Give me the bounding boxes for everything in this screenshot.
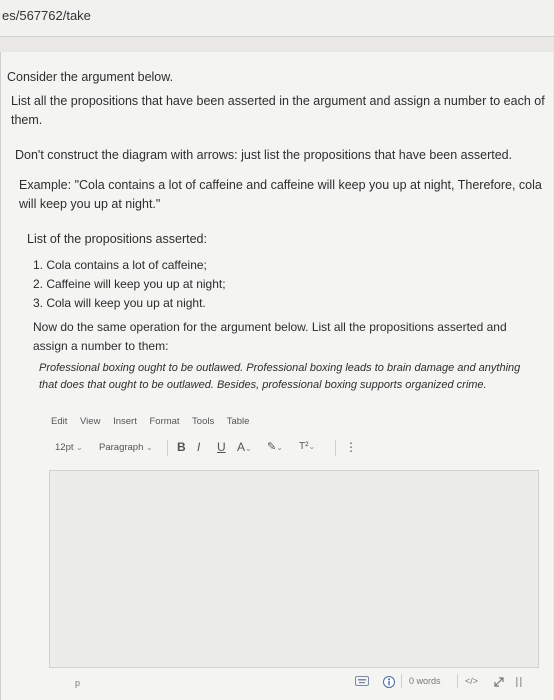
chevron-down-icon: ⌄ [276, 443, 283, 452]
list-item: 1. Cola contains a lot of caffeine; [33, 258, 207, 272]
word-count: 0 words [409, 676, 441, 686]
resize-handle-icon[interactable] [515, 676, 523, 690]
quiz-question-panel: Consider the argument below. List all th… [0, 52, 553, 700]
chevron-down-icon: ⌄ [76, 443, 83, 452]
editor-menubar: Edit View Insert Format Tools Table [51, 416, 259, 427]
more-options-icon[interactable]: ⋮ [345, 440, 357, 454]
task-text: Now do the same operation for the argume… [33, 320, 507, 353]
toolbar-divider [335, 440, 336, 456]
menu-table[interactable]: Table [227, 416, 250, 427]
question-intro: Consider the argument below. [7, 70, 174, 84]
answer-text-area[interactable] [49, 470, 539, 668]
list-item: 3. Cola will keep you up at night. [33, 296, 206, 311]
underline-button[interactable]: U [217, 440, 226, 454]
menu-format[interactable]: Format [149, 416, 179, 427]
question-note: Don't construct the diagram with arrows:… [15, 148, 513, 162]
question-instruction: List all the propositions that have been… [11, 94, 545, 128]
fullscreen-icon[interactable] [493, 676, 505, 690]
accessibility-icon[interactable] [383, 676, 395, 690]
html-editor-toggle[interactable]: </> [465, 676, 478, 686]
toolbar-divider [167, 440, 168, 456]
superscript-button[interactable]: T²⌄ [299, 441, 315, 452]
menu-edit[interactable]: Edit [51, 416, 67, 427]
status-divider [457, 674, 458, 688]
text-color-icon: A [237, 440, 246, 454]
list-item: 2. Caffeine will keep you up at night; [33, 277, 226, 292]
url-text[interactable]: es/567762/take [2, 8, 91, 23]
italic-button[interactable]: I [197, 440, 200, 454]
highlight-button[interactable]: ✎⌄ [267, 440, 283, 453]
font-size-select[interactable]: 12pt ⌄ [55, 442, 83, 453]
block-format-select[interactable]: Paragraph ⌄ [99, 442, 153, 453]
chevron-down-icon: ⌄ [308, 442, 316, 451]
status-divider [401, 674, 402, 688]
example-text: Example: "Cola contains a lot of caffein… [19, 178, 542, 212]
browser-address-bar[interactable]: es/567762/take [0, 0, 554, 37]
element-path: p [75, 678, 81, 688]
chevron-down-icon: ⌄ [245, 444, 252, 453]
keyboard-icon[interactable] [355, 676, 369, 688]
menu-insert[interactable]: Insert [113, 416, 137, 427]
bold-button[interactable]: B [177, 440, 186, 454]
chevron-down-icon: ⌄ [146, 443, 153, 452]
text-color-button[interactable]: A⌄ [237, 440, 252, 454]
propositions-list: 1. Cola contains a lot of caffeine; 2. C… [33, 256, 533, 314]
argument-text: Professional boxing ought to be outlawed… [39, 362, 521, 392]
editor-statusbar: p 0 words </> [49, 666, 539, 696]
menu-tools[interactable]: Tools [192, 416, 214, 427]
editor-toolbar: 12pt ⌄ Paragraph ⌄ B I U A⌄ ✎⌄ T²⌄ ⋮ [55, 440, 525, 458]
list-heading: List of the propositions asserted: [27, 232, 207, 246]
menu-view[interactable]: View [80, 416, 100, 427]
rich-text-editor: Edit View Insert Format Tools Table 12pt… [41, 408, 551, 698]
highlight-pen-icon: ✎ [267, 441, 277, 453]
